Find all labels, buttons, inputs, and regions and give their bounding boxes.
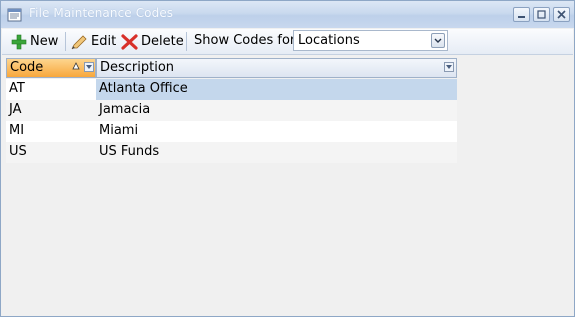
description-cell: US Funds	[99, 144, 160, 159]
column-header-description[interactable]: Description	[96, 58, 457, 78]
close-button[interactable]	[553, 7, 570, 22]
show-codes-dropdown[interactable]: Locations	[293, 30, 448, 51]
minimize-button[interactable]	[513, 7, 530, 22]
maximize-icon	[537, 10, 546, 19]
code-cell: US	[9, 144, 27, 159]
edit-button-label: Edit	[91, 34, 117, 49]
maximize-button[interactable]	[533, 7, 550, 22]
delete-button[interactable]: Delete	[121, 31, 184, 52]
dropdown-arrow-button[interactable]	[431, 33, 445, 48]
code-cell: AT	[9, 81, 25, 96]
column-header-code[interactable]: Code	[6, 58, 96, 78]
description-cell: Miami	[99, 123, 139, 138]
window-title: File Maintenance Codes	[29, 6, 174, 20]
edit-button[interactable]: Edit	[70, 31, 116, 52]
plus-icon	[11, 34, 27, 49]
new-button-label: New	[30, 34, 59, 49]
description-cell: Atlanta Office	[96, 79, 457, 100]
toolbar: New Edit Delete Show Codes for Locations	[2, 29, 573, 55]
delete-x-icon	[121, 33, 138, 50]
code-cell: JA	[9, 102, 22, 117]
toolbar-separator	[65, 32, 66, 51]
show-codes-selected-value: Locations	[298, 33, 360, 48]
minimize-icon	[518, 16, 525, 18]
table-row[interactable]: JA Jamacia	[6, 100, 457, 121]
table-row[interactable]: AT Atlanta Office	[6, 79, 457, 100]
column-header-code-label: Code	[10, 60, 44, 75]
new-button[interactable]: New	[11, 31, 58, 52]
chevron-down-icon	[434, 38, 442, 43]
table-row[interactable]: US US Funds	[6, 142, 457, 163]
file-maintenance-window: File Maintenance Codes New Edit Delete S…	[0, 0, 575, 317]
sort-ascending-icon	[72, 62, 80, 70]
table-row[interactable]: MI Miami	[6, 121, 457, 142]
show-codes-label: Show Codes for	[194, 33, 296, 48]
column-header-description-label: Description	[100, 60, 175, 75]
toolbar-separator	[186, 32, 187, 51]
close-icon	[557, 10, 566, 19]
delete-button-label: Delete	[141, 34, 184, 49]
app-icon	[7, 8, 22, 22]
title-bar[interactable]: File Maintenance Codes	[1, 1, 574, 28]
filter-icon[interactable]	[84, 62, 94, 72]
pencil-icon	[71, 34, 87, 49]
filter-icon[interactable]	[444, 62, 454, 72]
code-cell: MI	[9, 123, 25, 138]
description-cell: Jamacia	[99, 102, 151, 117]
